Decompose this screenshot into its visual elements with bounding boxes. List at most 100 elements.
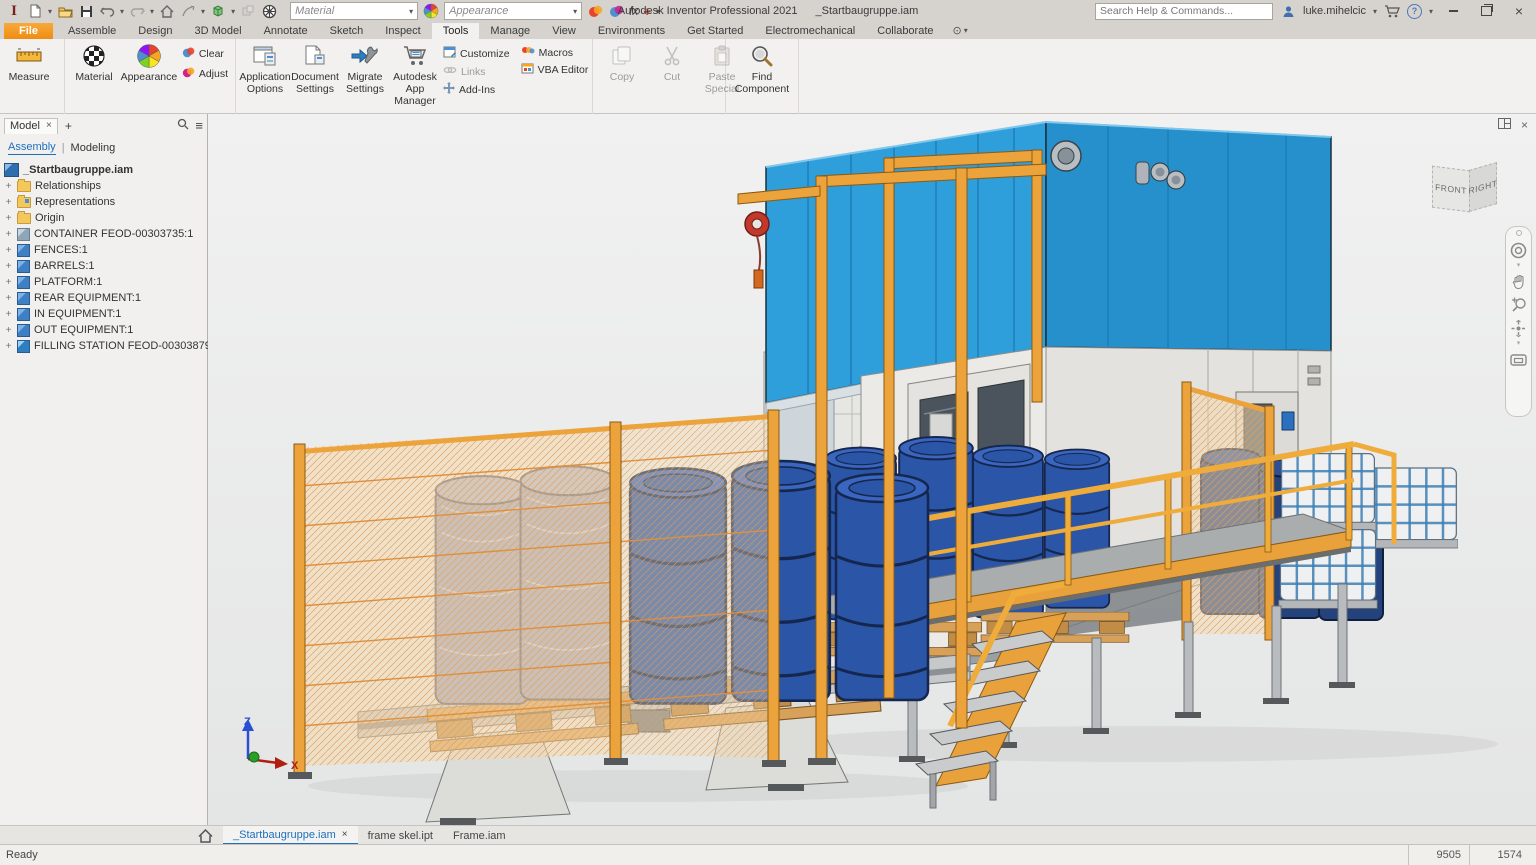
tab-tools[interactable]: Tools — [432, 23, 480, 39]
qat-more-caret[interactable]: ▾ — [656, 7, 660, 16]
tab-design[interactable]: Design — [127, 23, 183, 39]
close-icon[interactable]: × — [46, 120, 52, 131]
navigation-bar[interactable]: ▾ ▾ — [1505, 226, 1532, 417]
pan-icon[interactable] — [1510, 273, 1528, 291]
expander-icon[interactable]: + — [4, 293, 13, 304]
safety-fence-left[interactable] — [288, 410, 786, 779]
save-icon[interactable] — [78, 3, 94, 19]
new-caret[interactable]: ▾ — [48, 7, 52, 16]
new-document-icon[interactable] — [27, 3, 43, 19]
expander-icon[interactable]: + — [4, 245, 13, 256]
cut-button[interactable]: Cut — [647, 42, 697, 84]
redo-caret[interactable]: ▾ — [150, 7, 154, 16]
tree-item-barrels[interactable]: + BARRELS:1 — [4, 258, 207, 274]
expander-icon[interactable]: + — [4, 325, 13, 336]
expander-icon[interactable]: + — [4, 261, 13, 272]
tab-annotate[interactable]: Annotate — [253, 23, 319, 39]
customize-button[interactable]: Customize — [443, 46, 510, 61]
navbar-handle[interactable] — [1516, 230, 1522, 236]
expander-icon[interactable]: + — [4, 277, 13, 288]
expander-icon[interactable]: + — [4, 341, 13, 352]
sketch-caret[interactable]: ▾ — [201, 7, 205, 16]
viewcube-right-face[interactable]: RIGHT — [1469, 162, 1497, 212]
app-manager-button[interactable]: Autodesk App Manager — [390, 42, 440, 108]
close-icon[interactable]: × — [342, 829, 348, 840]
orbit-icon[interactable] — [1510, 319, 1528, 337]
component-icon[interactable] — [240, 3, 256, 19]
copy-button[interactable]: Copy — [597, 42, 647, 84]
tab-get-started[interactable]: Get Started — [676, 23, 754, 39]
expander-icon[interactable]: + — [4, 309, 13, 320]
sketch-icon[interactable] — [180, 3, 196, 19]
tree-item-out-equipment[interactable]: + OUT EQUIPMENT:1 — [4, 322, 207, 338]
appearance-button[interactable]: Appearance — [119, 42, 179, 84]
migrate-settings-button[interactable]: Migrate Settings — [340, 42, 390, 96]
restore-button[interactable] — [1473, 1, 1499, 21]
parameters-fx-icon[interactable]: fx — [629, 4, 638, 18]
viewport-3d[interactable]: × FRONT RIGHT ▾ ▾ Z X — [208, 114, 1536, 825]
clear-button[interactable]: Clear — [182, 46, 228, 62]
part-caret[interactable]: ▾ — [231, 7, 235, 16]
open-icon[interactable] — [57, 3, 73, 19]
adjust-button[interactable]: Adjust — [182, 66, 228, 82]
expander-icon[interactable]: + — [4, 229, 13, 240]
clear-appearance-icon[interactable] — [608, 3, 624, 19]
tab-environments[interactable]: Environments — [587, 23, 676, 39]
tree-item-relationships[interactable]: + Relationships — [4, 178, 207, 194]
add-icon[interactable]: + — [643, 4, 651, 19]
expander-icon[interactable]: + — [4, 181, 13, 192]
tab-file[interactable]: File — [4, 23, 53, 39]
browser-mode-modeling[interactable]: Modeling — [71, 142, 116, 154]
minimize-button[interactable] — [1440, 1, 1466, 21]
close-button[interactable]: × — [1506, 1, 1532, 21]
help-icon[interactable]: ? — [1407, 4, 1422, 19]
home-view-icon[interactable] — [159, 3, 175, 19]
tree-item-filling-station[interactable]: + FILLING STATION FEOD-00303879:1 — [4, 338, 207, 354]
viewcube-front-face[interactable]: FRONT — [1432, 166, 1470, 213]
viewport-close-icon[interactable]: × — [1521, 118, 1528, 132]
tree-item-representations[interactable]: + Representations — [4, 194, 207, 210]
measure-button[interactable]: Measure — [4, 42, 54, 84]
home-tab-icon[interactable] — [198, 829, 213, 843]
tree-item-rear-equipment[interactable]: + REAR EQUIPMENT:1 — [4, 290, 207, 306]
viewport-layout-icon[interactable] — [1498, 118, 1511, 132]
tab-view[interactable]: View — [541, 23, 587, 39]
appearance-dropdown[interactable]: Appearance ▾ — [444, 2, 582, 20]
viewport-3d-scene[interactable] — [208, 114, 1536, 825]
user-caret[interactable]: ▾ — [1373, 7, 1377, 16]
tab-sketch[interactable]: Sketch — [319, 23, 375, 39]
part-icon[interactable] — [210, 3, 226, 19]
browser-tab-model[interactable]: Model × — [4, 118, 58, 134]
vba-editor-button[interactable]: VBA Editor — [521, 63, 589, 77]
appearance-wheel-icon[interactable] — [423, 3, 439, 19]
tree-item-container[interactable]: + CONTAINER FEOD-00303735:1 — [4, 226, 207, 242]
material-dropdown[interactable]: Material ▾ — [290, 2, 418, 20]
addins-button[interactable]: Add-Ins — [443, 82, 510, 97]
links-button[interactable]: Links — [443, 65, 510, 78]
tab-manage[interactable]: Manage — [479, 23, 541, 39]
doc-tab-frame[interactable]: Frame.iam — [443, 826, 516, 845]
tab-collaborate[interactable]: Collaborate — [866, 23, 944, 39]
tree-item-platform[interactable]: + PLATFORM:1 — [4, 274, 207, 290]
zoom-icon[interactable] — [1510, 296, 1528, 314]
app-store-cart-icon[interactable] — [1384, 3, 1400, 19]
document-settings-button[interactable]: Document Settings — [290, 42, 340, 96]
tree-item-fences[interactable]: + FENCES:1 — [4, 242, 207, 258]
nav-caret[interactable]: ▾ — [1517, 264, 1521, 268]
doc-tab-startbaugruppe[interactable]: _Startbaugruppe.iam × — [223, 826, 358, 845]
doc-tab-frame-skel[interactable]: frame skel.ipt — [358, 826, 443, 845]
undo-caret[interactable]: ▾ — [120, 7, 124, 16]
undo-icon[interactable] — [99, 3, 115, 19]
redo-icon[interactable] — [129, 3, 145, 19]
help-caret[interactable]: ▾ — [1429, 7, 1433, 16]
adjust-appearance-icon[interactable] — [587, 3, 603, 19]
tab-electromechanical[interactable]: Electromechanical — [754, 23, 866, 39]
add-browser-tab-button[interactable]: + — [58, 119, 79, 133]
tree-item-origin[interactable]: + Origin — [4, 210, 207, 226]
expander-icon[interactable]: + — [4, 197, 13, 208]
look-at-icon[interactable] — [1510, 351, 1528, 369]
browser-search-icon[interactable] — [177, 118, 189, 133]
tree-item-in-equipment[interactable]: + IN EQUIPMENT:1 — [4, 306, 207, 322]
application-options-button[interactable]: Application Options — [240, 42, 290, 96]
browser-menu-icon[interactable]: ≡ — [195, 118, 203, 133]
